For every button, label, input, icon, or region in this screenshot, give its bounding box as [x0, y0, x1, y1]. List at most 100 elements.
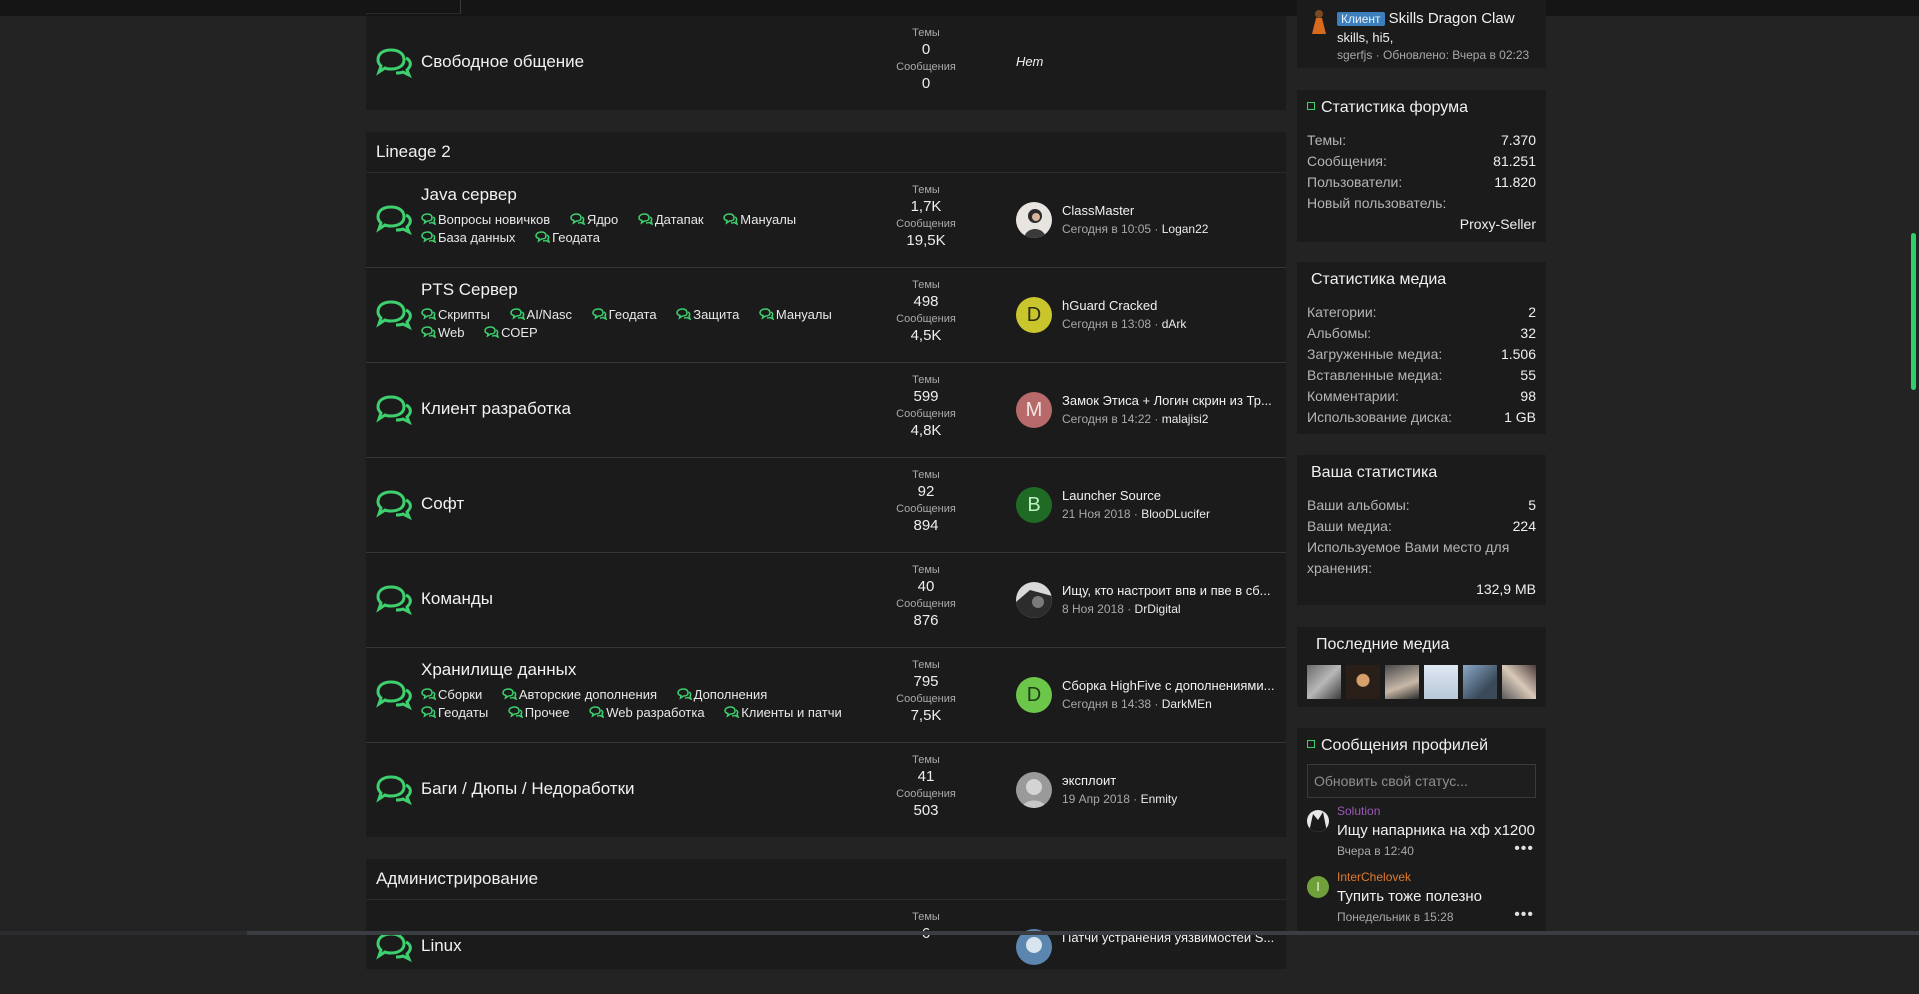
media-thumbnail[interactable]: [1346, 665, 1380, 699]
last-post-user[interactable]: BlooDLucifer: [1141, 507, 1210, 521]
last-post-title[interactable]: эксплоит: [1062, 771, 1284, 790]
node-teams[interactable]: Команды Темы 40 Сообщения 876 Ищу, кто н…: [366, 553, 1286, 648]
last-post-date[interactable]: Сегодня в 14:22: [1062, 412, 1151, 426]
last-post-date[interactable]: 21 Ноя 2018: [1062, 507, 1131, 521]
subforum-link[interactable]: Клиенты и патчи: [724, 704, 842, 722]
last-post-date[interactable]: Сегодня в 14:38: [1062, 697, 1151, 711]
status-input[interactable]: Обновить свой статус...: [1307, 764, 1536, 798]
last-post-title[interactable]: Замок Этиса + Логин скрин из Тр...: [1062, 391, 1284, 410]
last-post-date[interactable]: Сегодня в 10:05: [1062, 222, 1151, 236]
subforum-link[interactable]: Защита: [676, 306, 739, 324]
last-post-title[interactable]: ClassMaster: [1062, 201, 1284, 220]
media-thumbnail[interactable]: [1502, 665, 1536, 699]
subforum-link[interactable]: Геодата: [591, 306, 657, 324]
subforum-link[interactable]: Датапак: [638, 211, 704, 229]
avatar[interactable]: [1307, 810, 1329, 832]
node-soft[interactable]: Софт Темы 92 Сообщения 894 B Launcher So…: [366, 458, 1286, 553]
subforum-link[interactable]: Геодаты: [421, 704, 488, 722]
subforum-link[interactable]: AI/Nasc: [509, 306, 573, 324]
last-post-title[interactable]: Сборка HighFive с дополнениями...: [1062, 676, 1284, 695]
widget-title[interactable]: Ваша статистика: [1297, 455, 1546, 491]
last-post-date[interactable]: Сегодня в 13:08: [1062, 317, 1151, 331]
thread-prefix-badge[interactable]: Клиент: [1337, 12, 1385, 26]
subforum-link[interactable]: Мануалы: [723, 211, 796, 229]
subforum-link[interactable]: Мануалы: [759, 306, 832, 324]
node-title[interactable]: Баги / Дюпы / Недоработки: [421, 779, 635, 799]
last-post-user[interactable]: DarkMEn: [1162, 697, 1212, 711]
node-title[interactable]: Команды: [421, 589, 493, 609]
last-post-user[interactable]: malajisi2: [1162, 412, 1209, 426]
subforum-link[interactable]: Прочее: [508, 704, 570, 722]
thread-title-line[interactable]: Клиент Skills Dragon Claw: [1337, 10, 1515, 27]
post-author[interactable]: InterChelovek: [1337, 870, 1411, 884]
avatar[interactable]: B: [1016, 487, 1052, 523]
media-thumbnail[interactable]: [1307, 665, 1341, 699]
subforum-link[interactable]: Вопросы новичков: [421, 211, 550, 229]
category-title[interactable]: Администрирование: [366, 859, 1286, 900]
node-title[interactable]: Хранилище данных: [421, 660, 576, 680]
node-linux[interactable]: Linux Темы 6 Патчи устранения уязвимосте…: [366, 900, 1286, 994]
post-author[interactable]: Solution: [1337, 804, 1380, 818]
category-title[interactable]: Lineage 2: [366, 132, 1286, 173]
last-post-user[interactable]: Logan22: [1162, 222, 1209, 236]
last-post-date[interactable]: 19 Апр 2018: [1062, 792, 1130, 806]
subforum-link[interactable]: Геодата: [535, 229, 600, 247]
subforum-link[interactable]: База данных: [421, 229, 515, 247]
last-post-user[interactable]: Enmity: [1141, 792, 1178, 806]
media-thumbnail[interactable]: [1424, 665, 1458, 699]
avatar[interactable]: [1016, 202, 1052, 238]
subforum-link[interactable]: Дополнения: [676, 686, 767, 704]
widget-title[interactable]: Последние медиа: [1297, 627, 1546, 663]
last-post-user[interactable]: DrDigital: [1135, 602, 1181, 616]
node-data-storage[interactable]: Хранилище данных Сборки Авторские дополн…: [366, 648, 1286, 743]
subforum-link[interactable]: Web разработка: [589, 704, 705, 722]
scrollbar-thumb[interactable]: [1911, 233, 1916, 390]
top-nav-tab-edge[interactable]: [366, 0, 461, 14]
subforum-link[interactable]: Сборки: [421, 686, 482, 704]
subforum-label: Мануалы: [740, 212, 797, 227]
stat-row: Пользователи: 11.820: [1307, 172, 1536, 193]
avatar[interactable]: D: [1016, 297, 1052, 333]
more-options-icon[interactable]: •••: [1514, 840, 1534, 858]
avatar[interactable]: M: [1016, 392, 1052, 428]
thread-title[interactable]: Skills Dragon Claw: [1389, 10, 1515, 27]
node-title[interactable]: Linux: [421, 936, 462, 956]
subforum-link[interactable]: Авторские дополнения: [502, 686, 657, 704]
widget-title[interactable]: Статистика форума: [1297, 90, 1546, 126]
avatar[interactable]: [1016, 772, 1052, 808]
newest-user-link[interactable]: Proxy-Seller: [1307, 214, 1536, 235]
last-post-title[interactable]: hGuard Cracked: [1062, 296, 1284, 315]
subforum-label: AI/Nasc: [526, 307, 573, 322]
subforum-link[interactable]: Web: [421, 324, 465, 342]
avatar[interactable]: I: [1307, 876, 1329, 898]
small-chat-bubbles-icon: [591, 308, 607, 321]
widget-title[interactable]: Статистика медиа: [1297, 262, 1546, 298]
media-thumbnail[interactable]: [1385, 665, 1419, 699]
node-java-server[interactable]: Java сервер Вопросы новичков Ядро Датапа…: [366, 173, 1286, 268]
post-date[interactable]: Понедельник в 15:28: [1337, 910, 1454, 924]
node-title[interactable]: Софт: [421, 494, 464, 514]
last-post-meta: 8 Ноя 2018 · DrDigital: [1062, 602, 1181, 616]
node-pts-server[interactable]: PTS Сервер Скрипты AI/Nasc Геодата Защит…: [366, 268, 1286, 363]
subforum-link[interactable]: СОЕР: [484, 324, 538, 342]
widget-title[interactable]: Сообщения профилей: [1297, 728, 1546, 764]
last-post-user[interactable]: dArk: [1162, 317, 1187, 331]
avatar[interactable]: [1016, 582, 1052, 618]
node-bugs[interactable]: Баги / Дюпы / Недоработки Темы 41 Сообще…: [366, 743, 1286, 837]
avatar[interactable]: D: [1016, 677, 1052, 713]
subforum-link[interactable]: Ядро: [570, 211, 618, 229]
last-post-date[interactable]: 8 Ноя 2018: [1062, 602, 1124, 616]
node-client-dev[interactable]: Клиент разработка Темы 599 Сообщения 4,8…: [366, 363, 1286, 458]
more-options-icon[interactable]: •••: [1514, 906, 1534, 924]
node-title[interactable]: Java сервер: [421, 185, 517, 205]
node-title[interactable]: Клиент разработка: [421, 399, 571, 419]
last-post-title[interactable]: Ищу, кто настроит впв и пве в сб...: [1062, 581, 1284, 600]
media-thumbnail[interactable]: [1463, 665, 1497, 699]
subforum-link[interactable]: Скрипты: [421, 306, 490, 324]
thread-author-avatar[interactable]: [1309, 8, 1329, 34]
node-title[interactable]: PTS Сервер: [421, 280, 518, 300]
node-title[interactable]: Свободное общение: [421, 52, 584, 72]
last-post-title[interactable]: Launcher Source: [1062, 486, 1284, 505]
post-date[interactable]: Вчера в 12:40: [1337, 844, 1414, 858]
node-free-talk[interactable]: Свободное общение Темы 0 Сообщения 0 Нет: [366, 16, 1286, 110]
